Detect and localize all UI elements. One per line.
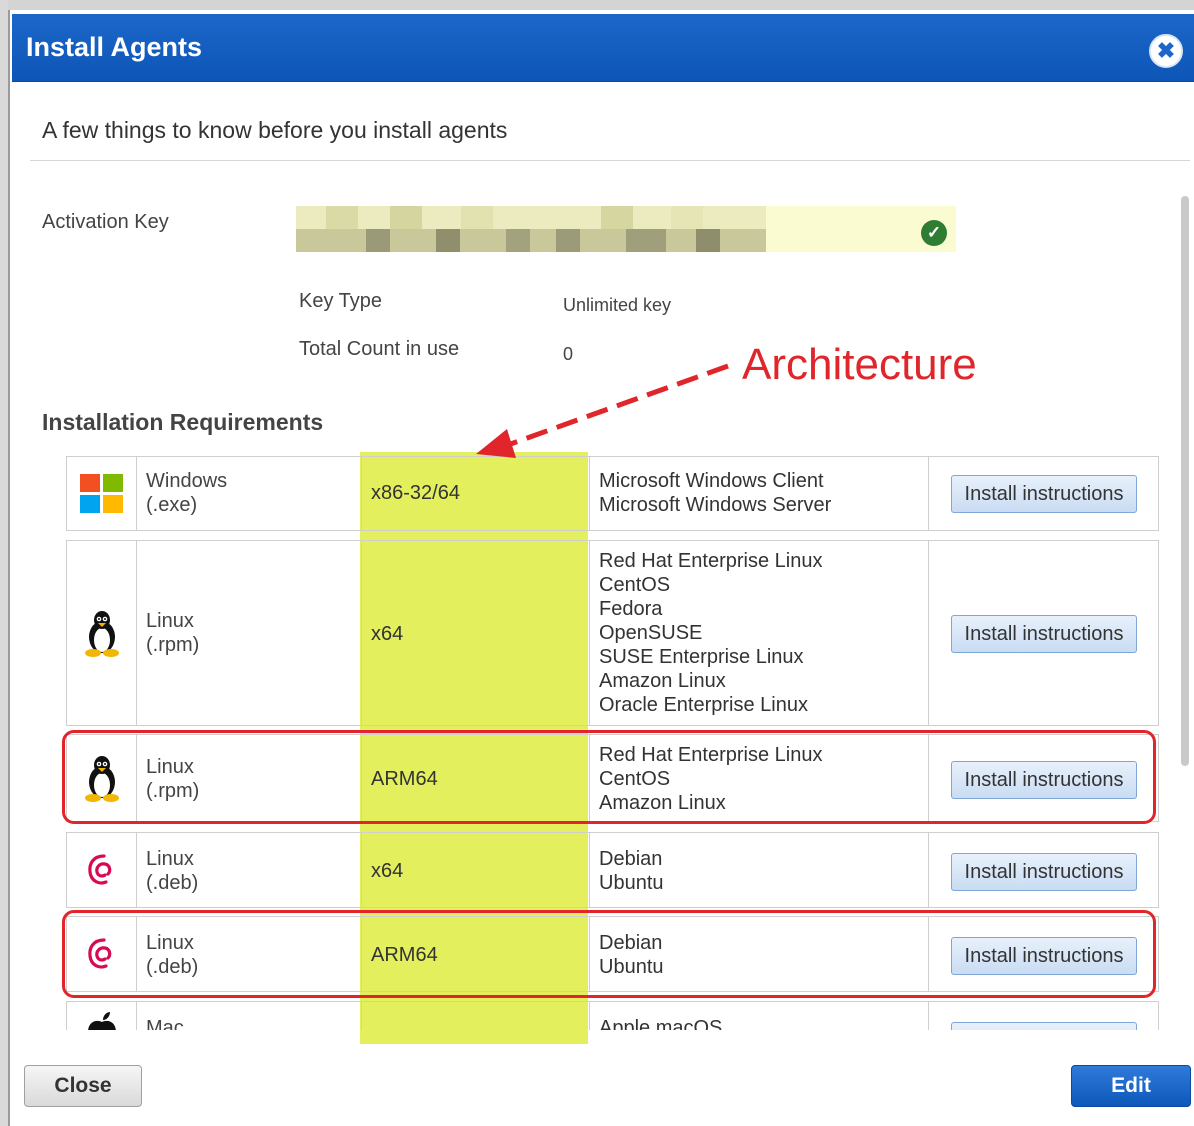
install-instructions-button[interactable]: Install instructions	[951, 475, 1137, 513]
scrollbar[interactable]	[1181, 196, 1189, 766]
install-instructions-button[interactable]: Install instructions	[951, 853, 1137, 891]
supported-os-list: Microsoft Windows Client Microsoft Windo…	[599, 469, 831, 517]
window-top-border	[0, 0, 1194, 10]
os-name: Red Hat Enterprise Linux	[599, 550, 823, 572]
dialog-subtitle: A few things to know before you install …	[42, 117, 508, 143]
windows-logo-icon	[67, 457, 137, 530]
os-name: CentOS	[599, 574, 671, 596]
agent-platform: Windows	[146, 470, 228, 492]
os-name: OpenSUSE	[599, 622, 703, 644]
divider	[30, 160, 1190, 161]
agent-platform: Linux	[146, 610, 194, 632]
check-circle-icon: ✓	[921, 220, 947, 246]
agent-package: (.rpm)	[146, 634, 200, 656]
os-name: Microsoft Windows Client	[599, 470, 824, 492]
agent-platform: Linux	[146, 848, 194, 870]
supported-os-list: Red Hat Enterprise Linux CentOS Fedora O…	[599, 549, 822, 717]
table-row: Linux (.deb) x64 Debian Ubuntu Install i…	[66, 832, 1159, 908]
total-count-value: 0	[563, 344, 574, 364]
key-type-value: Unlimited key	[563, 295, 672, 315]
table-row: Linux (.rpm) x64 Red Hat Enterprise Linu…	[66, 540, 1159, 726]
activation-key-label: Activation Key	[42, 211, 169, 233]
architecture-value: x64	[371, 860, 404, 882]
total-count-label: Total Count in use	[299, 338, 460, 360]
debian-swirl-icon	[67, 833, 137, 907]
agent-platform: Mac	[146, 1017, 184, 1030]
install-instructions-button[interactable]: Install instructions	[951, 615, 1137, 653]
os-name: Apple macOS	[599, 1017, 723, 1030]
supported-os-list: Debian Ubuntu	[599, 847, 664, 895]
agent-package: (.exe)	[146, 494, 198, 516]
key-type-label: Key Type	[299, 290, 383, 312]
os-name: Microsoft Windows Server	[599, 494, 832, 516]
install-instructions-button[interactable]	[951, 1022, 1137, 1030]
arm64-highlight-box	[62, 910, 1156, 998]
agent-type: Mac	[146, 1016, 184, 1030]
agent-type: Linux (.deb)	[146, 847, 198, 895]
os-name: Fedora	[599, 598, 663, 620]
os-name: Amazon Linux	[599, 670, 726, 692]
close-icon[interactable]: ✖	[1149, 34, 1183, 68]
install-agents-dialog: Install Agents ✖ A few things to know be…	[0, 0, 1194, 1126]
apple-logo-icon	[67, 1002, 137, 1030]
agent-package: (.deb)	[146, 872, 199, 894]
os-name: SUSE Enterprise Linux	[599, 646, 804, 668]
linux-tux-icon	[67, 541, 137, 725]
dialog-titlebar: Install Agents	[12, 14, 1194, 82]
installation-requirements-title: Installation Requirements	[42, 409, 324, 435]
architecture-annotation: Architecture	[742, 340, 977, 389]
agent-type: Linux (.rpm)	[146, 609, 199, 657]
activation-key-value	[296, 206, 956, 252]
arm64-highlight-box	[62, 730, 1156, 824]
os-name: Debian	[599, 848, 663, 870]
close-button[interactable]: Close	[24, 1065, 142, 1107]
os-name: Ubuntu	[599, 872, 664, 894]
table-row: Windows (.exe) x86-32/64 Microsoft Windo…	[66, 456, 1159, 531]
agent-type: Windows (.exe)	[146, 469, 227, 517]
os-name: Oracle Enterprise Linux	[599, 694, 808, 716]
architecture-value: x86-32/64	[371, 482, 460, 504]
architecture-value: x64	[371, 623, 404, 645]
dialog-title: Install Agents	[26, 32, 203, 62]
supported-os-list: Apple macOS	[599, 1016, 722, 1030]
edit-button[interactable]: Edit	[1071, 1065, 1191, 1107]
table-row: Mac Apple macOS	[66, 1001, 1159, 1030]
